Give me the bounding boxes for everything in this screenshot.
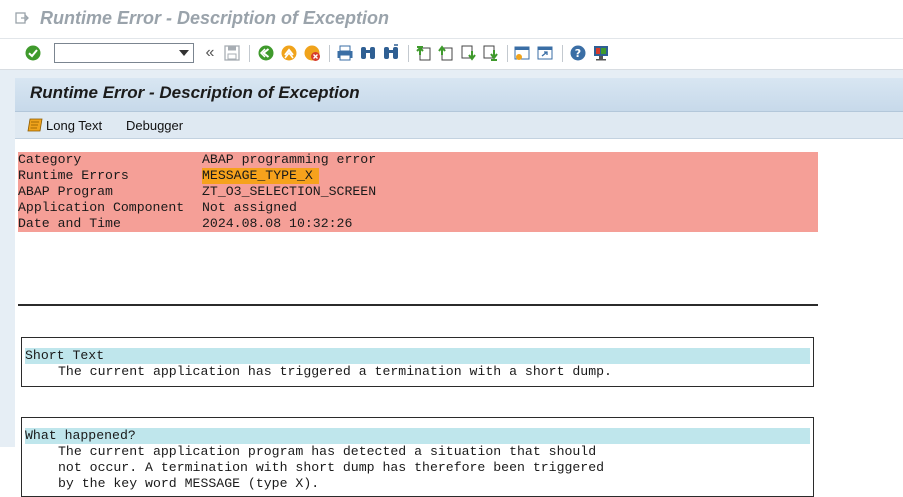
main-area: Runtime Error - Description of Exception… (0, 70, 903, 497)
info-row-runtime-errors: Runtime Errors MESSAGE_TYPE_X (18, 168, 818, 184)
exception-info-table: Category ABAP programming error Runtime … (18, 152, 818, 232)
info-key: Runtime Errors (18, 168, 129, 183)
next-page-icon[interactable] (458, 43, 478, 63)
info-value-highlighted: MESSAGE_TYPE_X (202, 168, 319, 184)
back-icon[interactable] (256, 43, 276, 63)
divider (18, 304, 818, 306)
section-text-line: The current application has triggered a … (58, 364, 612, 379)
long-text-label: Long Text (46, 117, 103, 133)
debugger-button[interactable]: Debugger (126, 116, 183, 134)
section-text-line: The current application program has dete… (58, 444, 597, 459)
print-icon[interactable] (335, 43, 355, 63)
info-row-category: Category ABAP programming error (18, 152, 818, 168)
customize-layout-icon[interactable] (591, 43, 611, 63)
content-title-bar: Runtime Error - Description of Exception (15, 78, 903, 112)
enter-icon[interactable] (23, 43, 43, 63)
shortcut-icon[interactable] (535, 43, 555, 63)
find-next-icon[interactable] (381, 43, 401, 63)
last-page-icon[interactable] (480, 43, 500, 63)
short-text-section: Short Text The current application has t… (21, 337, 814, 387)
save-icon[interactable] (222, 43, 242, 63)
cancel-icon[interactable] (302, 43, 322, 63)
section-text-line: not occur. A termination with short dump… (58, 460, 605, 475)
command-field[interactable] (54, 43, 194, 63)
section-heading: What happened? (25, 428, 810, 444)
debugger-label: Debugger (126, 117, 184, 133)
info-value: 2024.08.08 10:32:26 (202, 216, 353, 231)
info-key: Category (18, 152, 82, 167)
svg-text:?: ? (575, 47, 581, 60)
info-row-application-component: Application Component Not assigned (18, 200, 818, 216)
scroll-icon (27, 117, 44, 133)
find-icon[interactable] (358, 43, 378, 63)
info-row-abap-program: ABAP Program ZT_O3_SELECTION_SCREEN (18, 184, 818, 200)
window-menu-icon[interactable] (15, 11, 29, 25)
exit-icon[interactable] (279, 43, 299, 63)
info-value: Not assigned (202, 200, 297, 215)
help-icon[interactable]: ? (568, 43, 588, 63)
dump-list: Category ABAP programming error Runtime … (15, 139, 903, 497)
create-session-icon[interactable] (512, 43, 532, 63)
window-title-bar: Runtime Error - Description of Exception (0, 0, 903, 39)
section-heading: Short Text (25, 348, 810, 364)
page-title: Runtime Error - Description of Exception (30, 83, 360, 102)
command-input[interactable] (57, 45, 175, 61)
info-value: ABAP programming error (202, 152, 377, 167)
history-back-icon[interactable]: « (200, 43, 220, 63)
section-text-line: by the key word MESSAGE (type X). (58, 476, 320, 491)
info-key: ABAP Program (18, 184, 113, 199)
info-row-date-and-time: Date and Time 2024.08.08 10:32:26 (18, 216, 818, 232)
info-key: Date and Time (18, 216, 121, 231)
dropdown-arrow-icon[interactable] (176, 45, 192, 61)
what-happened-section: What happened? The current application p… (21, 417, 814, 497)
long-text-button[interactable]: Long Text (27, 116, 102, 134)
info-key: Application Component (18, 200, 185, 215)
first-page-icon[interactable] (414, 43, 434, 63)
info-value: ZT_O3_SELECTION_SCREEN (202, 184, 377, 199)
standard-toolbar: « ? (0, 39, 903, 70)
application-toolbar: Long Text Debugger (15, 112, 903, 139)
window-title: Runtime Error - Description of Exception (40, 8, 390, 28)
previous-page-icon[interactable] (436, 43, 456, 63)
